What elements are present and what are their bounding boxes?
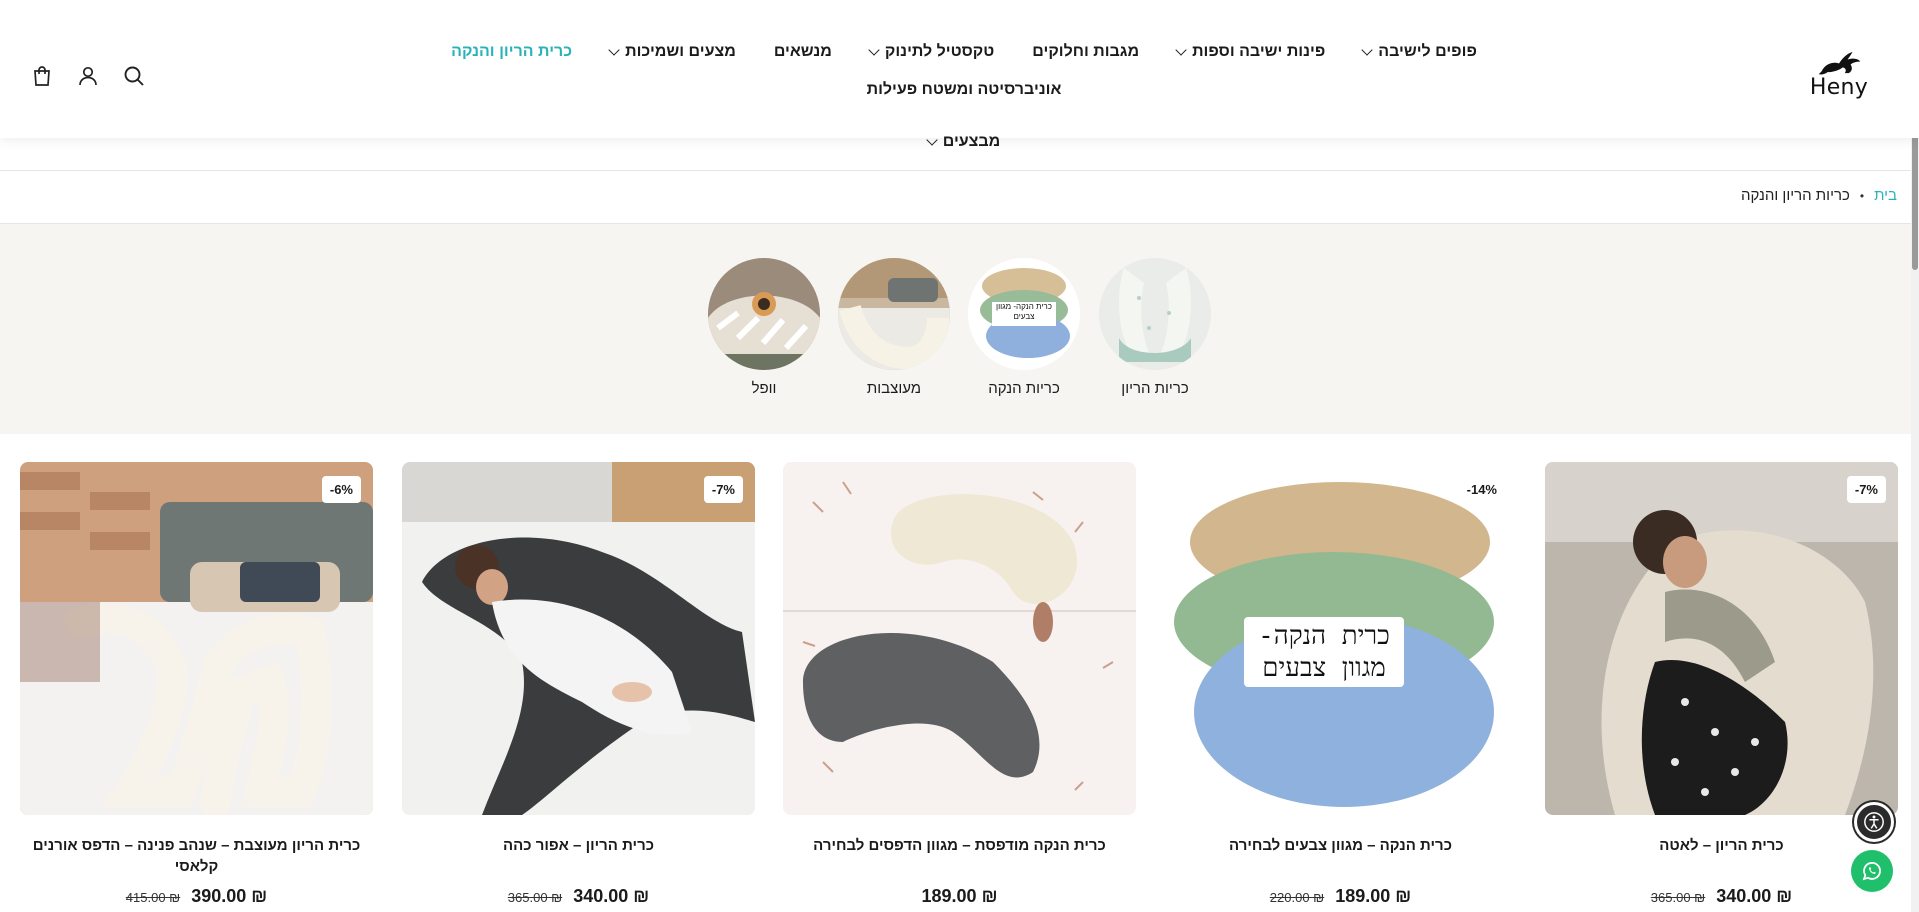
sale-price: ₪ 390.00 (191, 886, 268, 906)
nav-item-activity-mat[interactable]: אוניברסיטה ומשטח פעילות (867, 78, 1062, 102)
product-title[interactable]: כרית הנקה מודפסת – מגוון הדפסים לבחירה (783, 835, 1136, 856)
product-card[interactable]: -7% כרית הריון – אפור כהה ₪ 340.00 ₪ 365… (402, 462, 755, 906)
site-header: Heny פופים לישיבה פינות ישיבה וספות מגבו… (0, 0, 1919, 150)
sale-price: ₪ 340.00 (1716, 886, 1793, 906)
category-label: מעוצבות (866, 380, 922, 397)
accessibility-button[interactable] (1854, 802, 1894, 842)
nav-item-sales[interactable]: מבצעים (926, 130, 1000, 154)
breadcrumb-bar: בית • כריות הריון והנקה (0, 170, 1919, 355)
category-waffle[interactable]: וופל (707, 258, 821, 397)
chevron-down-icon (868, 44, 880, 56)
category-image (1099, 258, 1211, 370)
category-designed[interactable]: מעוצבות (837, 258, 951, 397)
product-price: ₪ 189.00 (783, 886, 1136, 907)
product-image[interactable]: -6% (20, 462, 373, 815)
chevron-down-icon (608, 44, 620, 56)
original-price: ₪ 365.00 (507, 890, 563, 905)
breadcrumb-home[interactable]: בית (1874, 187, 1897, 204)
product-image-overlay: כרית הנקה- מגוון צבעים (1244, 617, 1404, 687)
nav-item-bedding[interactable]: מצעים ושמיכות (608, 40, 736, 64)
user-icon[interactable] (76, 64, 100, 88)
discount-badge: -7% (1846, 476, 1886, 503)
product-image[interactable]: כרית הנקה- מגוון צבעים -14% (1164, 462, 1517, 815)
product-card[interactable]: כרית הנקה- מגוון צבעים -14% כרית הנקה – … (1164, 462, 1517, 906)
product-title[interactable]: כרית הנקה – מגוון צבעים לבחירה (1164, 835, 1517, 856)
breadcrumb-separator: • (1859, 188, 1865, 203)
product-title[interactable]: כרית הריון – אפור כהה (402, 835, 755, 856)
category-nursing-pillows[interactable]: כרית הנקה- מגוון צבעים כריות הנקה (967, 258, 1081, 397)
product-card[interactable]: כרית הנקה מודפסת – מגוון הדפסים לבחירה ₪… (783, 462, 1136, 906)
category-image: כרית הנקה- מגוון צבעים (968, 258, 1080, 370)
rabbit-logo-icon (1818, 51, 1861, 75)
subcategory-strip: כריות הריון כרית הנקה- מגוון צבעים כריות… (0, 224, 1919, 434)
nav-item-carriers[interactable]: מנשאים (774, 40, 832, 64)
product-card[interactable]: -6% כרית הריון מעוצבת – שנהב פנינה – הדפ… (20, 462, 373, 906)
breadcrumb: בית • כריות הריון והנקה (1741, 187, 1897, 204)
sale-price: ₪ 189.00 (921, 886, 998, 906)
breadcrumb-current: כריות הריון והנקה (1740, 187, 1850, 204)
product-card[interactable]: -7% כרית הריון – לאטה ₪ 340.00 ₪ 365.00 (1545, 462, 1898, 906)
search-icon[interactable] (122, 64, 146, 88)
sale-price: ₪ 189.00 (1335, 886, 1412, 906)
product-image[interactable]: -7% (1545, 462, 1898, 815)
header-actions (30, 64, 146, 88)
product-price: ₪ 340.00 ₪ 365.00 (402, 886, 755, 907)
category-pregnancy-pillows[interactable]: כריות הריון (1098, 258, 1212, 397)
accessibility-icon (1864, 812, 1884, 832)
product-image[interactable] (783, 462, 1136, 815)
product-price: ₪ 189.00 ₪ 220.00 (1164, 886, 1517, 907)
product-title[interactable]: כרית הריון – לאטה (1545, 835, 1898, 856)
category-label: כריות הריון (1121, 380, 1189, 397)
category-label: וופל (751, 380, 777, 397)
product-price: ₪ 390.00 ₪ 415.00 (20, 886, 373, 907)
nav-item-towels[interactable]: מגבות וחלוקים (1032, 40, 1139, 64)
product-title[interactable]: כרית הריון מעוצבת – שנהב פנינה – הדפס או… (20, 835, 373, 877)
nav-item-pregnancy-pillows[interactable]: כרית הריון והנקה (451, 40, 572, 64)
discount-badge: -7% (703, 476, 743, 503)
chevron-down-icon (1361, 44, 1373, 56)
whatsapp-icon (1862, 862, 1881, 881)
discount-badge: -6% (321, 476, 361, 503)
nav-item-poufs[interactable]: פופים לישיבה (1361, 40, 1477, 64)
category-image-overlay: כרית הנקה- מגוון צבעים (996, 302, 1052, 321)
original-price: ₪ 365.00 (1650, 890, 1706, 905)
brand-logo-text: Heny (1809, 75, 1869, 100)
whatsapp-button[interactable] (1851, 850, 1893, 892)
product-image[interactable]: -7% (402, 462, 755, 815)
sale-price: ₪ 340.00 (573, 886, 650, 906)
category-image (708, 258, 820, 370)
category-image (838, 258, 950, 370)
original-price: ₪ 220.00 (1269, 890, 1325, 905)
original-price: ₪ 415.00 (125, 890, 181, 905)
chevron-down-icon (926, 134, 938, 146)
discount-badge: -14% (1458, 476, 1505, 503)
nav-item-sofas[interactable]: פינות ישיבה וספות (1175, 40, 1325, 64)
cart-icon[interactable] (30, 64, 54, 88)
nav-item-baby-textile[interactable]: טקסטיל לתינוק (868, 40, 994, 64)
main-nav: פופים לישיבה פינות ישיבה וספות מגבות וחל… (349, 40, 1579, 154)
category-label: כריות הנקה (988, 380, 1060, 397)
brand-logo[interactable]: Heny (1809, 50, 1869, 100)
product-price: ₪ 340.00 ₪ 365.00 (1545, 886, 1898, 907)
chevron-down-icon (1175, 44, 1187, 56)
